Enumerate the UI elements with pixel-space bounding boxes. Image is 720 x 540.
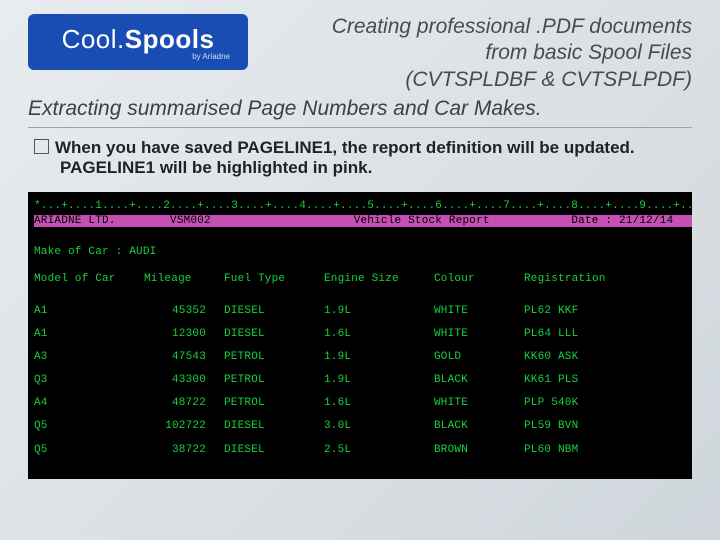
logo-text-plain: Cool. bbox=[62, 24, 125, 54]
cell-colour: WHITE bbox=[434, 305, 524, 318]
cell-model: Q5 bbox=[34, 444, 144, 457]
cell-reg: KK60 ASK bbox=[524, 351, 634, 364]
bullet-block: When you have saved PAGELINE1, the repor… bbox=[28, 138, 692, 178]
cell-reg: PLP 540K bbox=[524, 397, 634, 410]
make-line: Make of Car : AUDI bbox=[34, 246, 686, 259]
cell-mileage: 48722 bbox=[144, 397, 224, 410]
title-block: Creating professional .PDF documents fro… bbox=[260, 14, 692, 93]
table-row: Q5102722DIESEL3.0LBLACKPL59 BVN bbox=[34, 420, 686, 433]
cell-engine: 1.6L bbox=[324, 328, 434, 341]
col-model: Model of Car bbox=[34, 273, 144, 286]
cell-fuel: DIESEL bbox=[224, 444, 324, 457]
cell-fuel: DIESEL bbox=[224, 328, 324, 341]
cell-colour: BLACK bbox=[434, 374, 524, 387]
table-header: Model of Car Mileage Fuel Type Engine Si… bbox=[34, 273, 686, 286]
cell-engine: 2.5L bbox=[324, 444, 434, 457]
col-reg: Registration bbox=[524, 273, 634, 286]
logo-text-bold: Spools bbox=[125, 24, 215, 54]
cell-fuel: DIESEL bbox=[224, 420, 324, 433]
checkbox-icon bbox=[34, 139, 49, 154]
cell-mileage: 38722 bbox=[144, 444, 224, 457]
cell-reg: PL59 BVN bbox=[524, 420, 634, 433]
cell-engine: 1.6L bbox=[324, 397, 434, 410]
terminal-output: *...+....1....+....2....+....3....+....4… bbox=[28, 192, 692, 479]
subtitle: Extracting summarised Page Numbers and C… bbox=[28, 97, 692, 128]
cell-reg: PL60 NBM bbox=[524, 444, 634, 457]
cell-colour: BROWN bbox=[434, 444, 524, 457]
cell-colour: WHITE bbox=[434, 397, 524, 410]
title-line-1: Creating professional .PDF documents bbox=[260, 14, 692, 40]
table-row: A347543PETROL1.9LGOLDKK60 ASK bbox=[34, 351, 686, 364]
title-line-3: (CVTSPLDBF & CVTSPLPDF) bbox=[260, 67, 692, 93]
col-engine: Engine Size bbox=[324, 273, 434, 286]
cell-fuel: DIESEL bbox=[224, 305, 324, 318]
cell-fuel: PETROL bbox=[224, 397, 324, 410]
header: Cool.Spools by Ariadne Creating professi… bbox=[28, 14, 692, 93]
date-value: 21/12/14 bbox=[619, 215, 673, 227]
cell-colour: BLACK bbox=[434, 420, 524, 433]
cell-colour: WHITE bbox=[434, 328, 524, 341]
cell-fuel: PETROL bbox=[224, 374, 324, 387]
col-colour: Colour bbox=[434, 273, 524, 286]
table-row: Q343300PETROL1.9LBLACKKK61 PLS bbox=[34, 374, 686, 387]
cell-mileage: 43300 bbox=[144, 374, 224, 387]
cell-mileage: 45352 bbox=[144, 305, 224, 318]
report-title: Vehicle Stock Report bbox=[354, 215, 490, 227]
cell-mileage: 102722 bbox=[144, 420, 224, 433]
table-row: A145352DIESEL1.9LWHITEPL62 KKF bbox=[34, 305, 686, 318]
table-body: A145352DIESEL1.9LWHITEPL62 KKFA112300DIE… bbox=[34, 305, 686, 457]
cell-model: A1 bbox=[34, 305, 144, 318]
cell-fuel: PETROL bbox=[224, 351, 324, 364]
cell-mileage: 47543 bbox=[144, 351, 224, 364]
cell-model: A1 bbox=[34, 328, 144, 341]
cell-mileage: 12300 bbox=[144, 328, 224, 341]
cell-model: Q5 bbox=[34, 420, 144, 433]
ruler-line: *...+....1....+....2....+....3....+....4… bbox=[34, 200, 686, 213]
program: VSM002 bbox=[170, 215, 211, 227]
cell-reg: KK61 PLS bbox=[524, 374, 634, 387]
date-label: Date : bbox=[571, 215, 612, 227]
company: ARIADNE LTD. bbox=[34, 215, 116, 227]
logo-text: Cool.Spools bbox=[62, 24, 215, 55]
cell-model: Q3 bbox=[34, 374, 144, 387]
cell-engine: 1.9L bbox=[324, 351, 434, 364]
table-row: A448722PETROL1.6LWHITEPLP 540K bbox=[34, 397, 686, 410]
title-line-2: from basic Spool Files bbox=[260, 40, 692, 66]
logo-byline: by Ariadne bbox=[192, 52, 230, 61]
pageline1-highlight: ARIADNE LTD. VSM002 Vehicle Stock Report… bbox=[34, 215, 692, 227]
col-mileage: Mileage bbox=[144, 273, 224, 286]
cell-model: A3 bbox=[34, 351, 144, 364]
cell-reg: PL62 KKF bbox=[524, 305, 634, 318]
table-row: Q538722DIESEL2.5LBROWNPL60 NBM bbox=[34, 444, 686, 457]
coolspools-logo: Cool.Spools by Ariadne bbox=[28, 14, 248, 70]
bullet-line-1: When you have saved PAGELINE1, the repor… bbox=[55, 138, 635, 157]
slide: Cool.Spools by Ariadne Creating professi… bbox=[0, 0, 720, 540]
table-row: A112300DIESEL1.6LWHITEPL64 LLL bbox=[34, 328, 686, 341]
cell-engine: 1.9L bbox=[324, 305, 434, 318]
cell-engine: 3.0L bbox=[324, 420, 434, 433]
col-fuel: Fuel Type bbox=[224, 273, 324, 286]
cell-reg: PL64 LLL bbox=[524, 328, 634, 341]
highlighted-pageline1: ARIADNE LTD. VSM002 Vehicle Stock Report… bbox=[34, 215, 686, 228]
cell-colour: GOLD bbox=[434, 351, 524, 364]
cell-engine: 1.9L bbox=[324, 374, 434, 387]
bullet-line-2: PAGELINE1 will be highlighted in pink. bbox=[34, 158, 692, 178]
cell-model: A4 bbox=[34, 397, 144, 410]
make-of-car: Make of Car : AUDI bbox=[34, 246, 156, 259]
